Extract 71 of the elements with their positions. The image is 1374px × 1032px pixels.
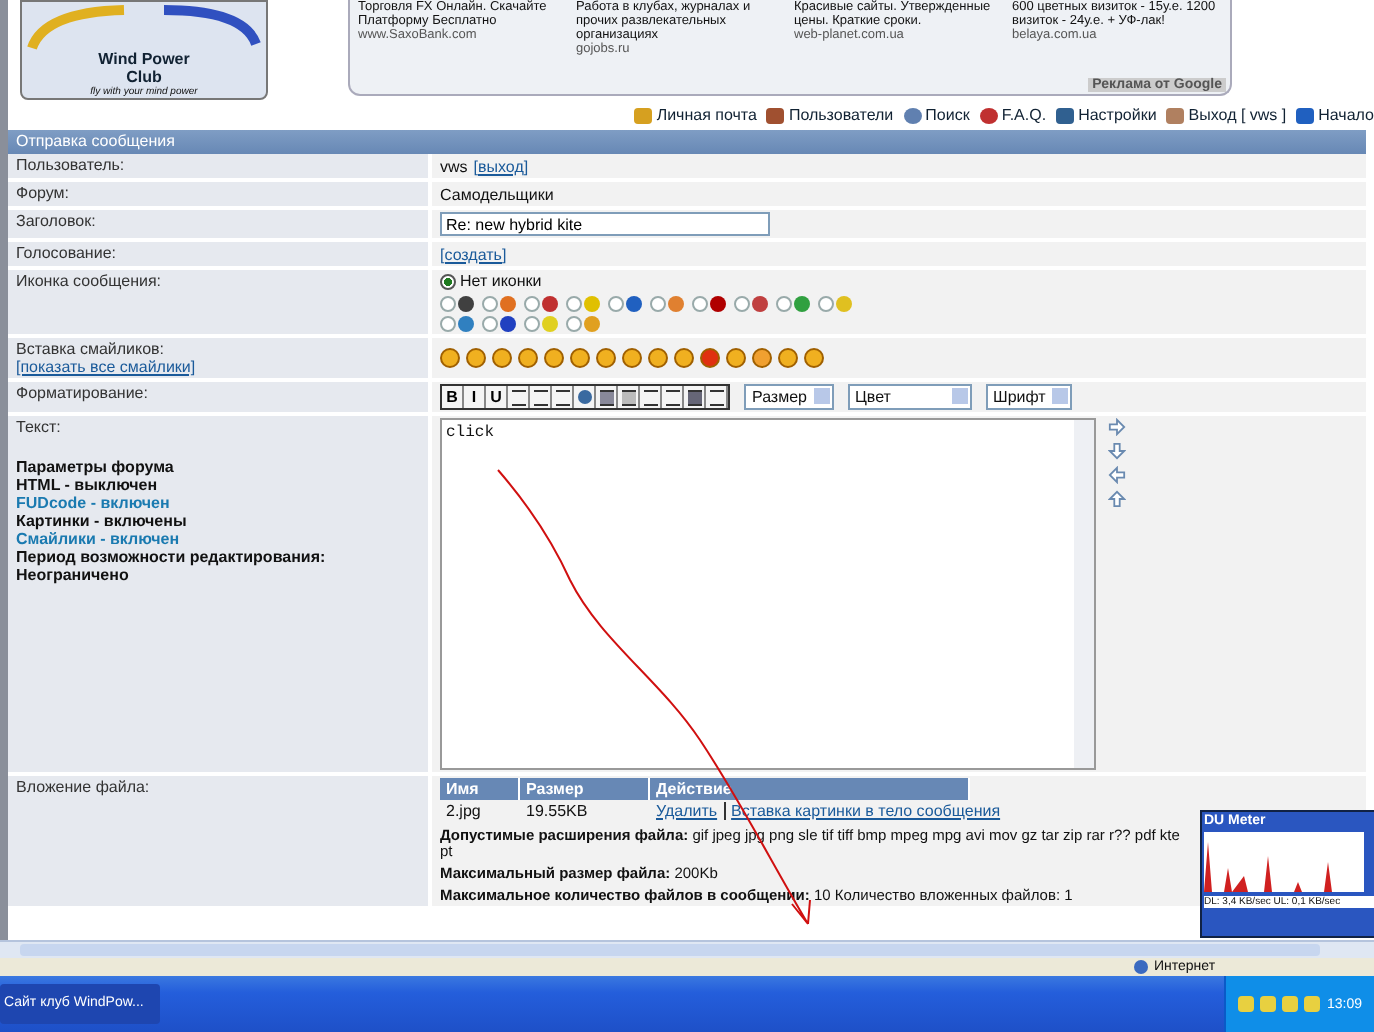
format-button[interactable]: B	[442, 386, 464, 408]
field-label: Заголовок:	[8, 210, 428, 238]
radio-label: Нет иконки	[460, 272, 542, 290]
nav-link[interactable]: Начало	[1296, 106, 1374, 124]
field-label: Текст:	[16, 418, 63, 436]
nav-link[interactable]: Настройки	[1056, 106, 1157, 124]
radio-button[interactable]	[524, 296, 540, 312]
field-label: Голосование:	[8, 242, 428, 266]
radio-button[interactable]	[566, 316, 582, 332]
radio-button[interactable]	[482, 296, 498, 312]
radio-button[interactable]	[650, 296, 666, 312]
table-cell-text: 19.55KB	[524, 800, 590, 822]
field-label: Форматирование:	[8, 382, 428, 412]
create-poll-link[interactable]: [создать]	[440, 245, 507, 263]
logo-title: Wind Power	[98, 50, 190, 68]
format-button[interactable]: U	[486, 386, 508, 408]
nav-link[interactable]: Поиск	[903, 106, 970, 124]
field-label: Иконка сообщения:	[8, 270, 428, 334]
forum-param-link[interactable]: FUDcode - включен	[16, 494, 420, 512]
align-icon[interactable]	[530, 386, 552, 408]
list-icon[interactable]	[640, 386, 662, 408]
radio-button[interactable]	[734, 296, 750, 312]
radio-button[interactable]	[692, 296, 708, 312]
nav-link[interactable]: F.A.Q.	[979, 106, 1047, 124]
nav-link[interactable]: Личная почта	[634, 106, 757, 124]
nav-link[interactable]: Выход [ vws ]	[1166, 106, 1287, 124]
params-heading: Параметры форума	[16, 458, 176, 476]
show-smilies-link[interactable]: [показать все смайлики]	[16, 358, 420, 376]
forum-param: Период возможности редактирования: Неограничено	[16, 548, 328, 584]
delete-link[interactable]: Удалить	[656, 802, 718, 820]
list-icon[interactable]	[662, 386, 684, 408]
user-name: vws	[440, 157, 468, 175]
field-label: Вложение файла:	[8, 776, 428, 906]
forum-param-link[interactable]: Смайлики - включен	[16, 530, 420, 548]
arrow-down-icon[interactable]	[1108, 442, 1126, 460]
column-header: Действие	[650, 778, 970, 800]
subject-field[interactable]: Re: new hybrid kite	[440, 212, 770, 236]
scrollbar[interactable]	[1074, 420, 1094, 768]
horizontal-scrollbar[interactable]	[0, 940, 1374, 958]
logo-subtitle: Club	[126, 68, 162, 86]
radio-button[interactable]	[776, 296, 792, 312]
arrow-left-icon[interactable]	[1108, 466, 1126, 484]
dropdown[interactable]: Шрифт	[985, 384, 1072, 410]
radio-button[interactable]	[440, 316, 456, 332]
message-textarea[interactable]: click	[440, 418, 1096, 770]
arrow-right-icon[interactable]	[1108, 418, 1126, 436]
radio-button[interactable]	[482, 316, 498, 332]
radio-button[interactable]	[608, 296, 624, 312]
dropdown[interactable]: Цвет	[847, 384, 971, 410]
column-header: Размер	[520, 778, 650, 800]
align-icon[interactable]	[508, 386, 530, 408]
align-icon[interactable]	[552, 386, 574, 408]
arrow-up-icon[interactable]	[1108, 490, 1126, 508]
forum-param: Картинки - включены	[16, 512, 189, 530]
table-cell-text: 2.jpg	[444, 800, 483, 822]
nav-link[interactable]: Пользователи	[766, 106, 894, 124]
radio-button[interactable]	[524, 316, 540, 332]
field-label: Вставка смайликов:	[16, 340, 167, 358]
radio-button[interactable]	[566, 296, 582, 312]
format-button[interactable]: I	[464, 386, 486, 408]
forum-name: Самодельщики	[440, 185, 554, 203]
column-header: Имя	[440, 778, 520, 800]
logout-link[interactable]: [выход]	[473, 157, 529, 175]
dropdown[interactable]: Размер	[744, 384, 833, 410]
forum-param: HTML - выключен	[16, 476, 160, 494]
radio-button[interactable]	[440, 296, 456, 312]
field-label: Форум:	[8, 182, 428, 206]
form-header: Отправка сообщения	[8, 130, 1366, 154]
radio-button[interactable]	[440, 273, 456, 289]
radio-button[interactable]	[818, 296, 834, 312]
field-label: Пользователь:	[8, 154, 428, 178]
